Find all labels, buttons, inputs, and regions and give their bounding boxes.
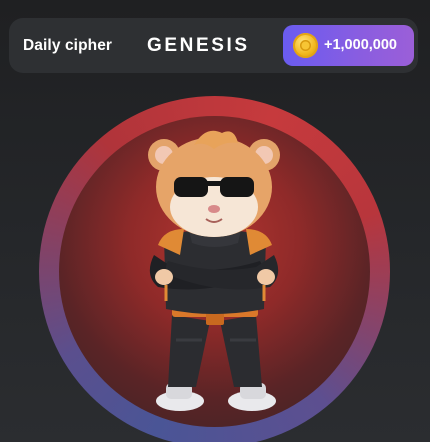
game-screen: Daily cipher GENESIS +1,000,000 xyxy=(0,0,430,442)
claim-reward-button[interactable]: +1,000,000 xyxy=(283,25,414,66)
daily-cipher-label: Daily cipher xyxy=(23,37,113,54)
reward-amount: +1,000,000 xyxy=(324,37,397,53)
cipher-word: GENESIS xyxy=(147,35,250,56)
hamster-icon[interactable] xyxy=(114,125,314,415)
daily-cipher-bar: Daily cipher GENESIS +1,000,000 xyxy=(9,18,418,73)
coin-icon xyxy=(293,33,318,58)
